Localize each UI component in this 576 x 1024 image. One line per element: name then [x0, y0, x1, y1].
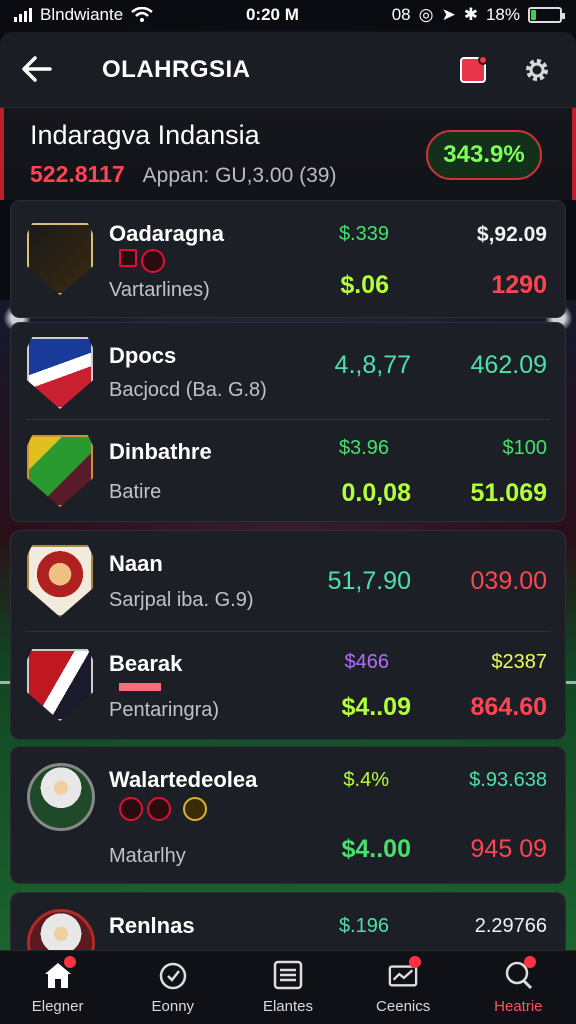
team-crest-icon [27, 337, 93, 409]
nav-item-search[interactable]: Heatrie [468, 956, 568, 1015]
settings-button[interactable] [520, 53, 554, 87]
alarm-icon: ◎ [418, 5, 434, 24]
nav-label: Ceenics [376, 998, 431, 1015]
notifications-button[interactable] [456, 53, 490, 87]
team-name: Dinbathre [109, 439, 212, 464]
back-button[interactable] [22, 52, 66, 88]
team-subtitle: Pentaringra) [109, 699, 220, 721]
timer-icon [158, 960, 188, 990]
badge-icon [141, 249, 165, 273]
player-avatar-icon [27, 763, 95, 831]
team-value: 0.0,08 [341, 479, 411, 507]
nav-label: Heatrie [494, 998, 543, 1015]
flag-icon [119, 249, 137, 267]
bottom-navigation: Elegner Eonny Elantes Ceenics Heatrie [0, 950, 576, 1024]
team-color-bar [119, 683, 161, 691]
badge-icon [147, 797, 171, 821]
signal-icon [14, 8, 32, 22]
bluetooth-icon: ✱ [463, 5, 478, 24]
battery-icon [527, 7, 565, 23]
badge-icon [183, 797, 207, 821]
team-card[interactable]: Walartedeolea Matarlhy $.4% $.93.638 $4.… [10, 746, 566, 884]
team-value: 2.29766 [474, 915, 547, 937]
nav-label: Elantes [262, 998, 313, 1015]
team-card[interactable]: Dpocs Bacjocd (Ba. G.8) 4.,8,77 462.09 D… [10, 322, 566, 522]
team-value: 4.,8,77 [334, 351, 411, 379]
team-row[interactable]: Bearak Pentaringra) $466 $2387 $4..09 86… [11, 633, 565, 739]
team-value: $.06 [340, 271, 389, 299]
nav-item-chart[interactable]: Ceenics [353, 956, 453, 1015]
team-value: 039.00 [470, 567, 547, 595]
team-card[interactable]: Naan Sarjpal iba. G.9) 51,7.90 039.00 Be… [10, 530, 566, 740]
team-value: 51.069 [470, 479, 547, 507]
back-arrow-icon [22, 55, 52, 82]
nav-item-home[interactable]: Elegner [8, 956, 108, 1015]
wifi-icon [131, 7, 153, 22]
team-subtitle: Bacjocd (Ba. G.8) [109, 379, 267, 401]
team-name: Walartedeolea [109, 767, 258, 792]
summary-percentage-pill[interactable]: 343.9% [426, 130, 542, 180]
team-name: Oadaragna [109, 221, 224, 246]
nav-label: Eonny [151, 998, 195, 1015]
status-time: 0:20 M [245, 5, 299, 24]
notification-dot [63, 956, 76, 968]
team-crest-icon [27, 223, 93, 295]
team-badges [119, 797, 207, 821]
team-crest-icon [27, 545, 93, 617]
team-subtitle: Batire [109, 481, 162, 503]
team-value: 462.09 [470, 351, 547, 379]
team-value: $2387 [491, 651, 547, 673]
status-extra: 08 [391, 5, 411, 24]
divider [25, 631, 551, 632]
team-value: $100 [502, 437, 548, 459]
team-value: $3.96 [338, 437, 389, 459]
team-value: 864.60 [470, 693, 547, 721]
team-row[interactable]: Dinbathre Batire $3.96 $100 0.0,08 51.06… [11, 421, 565, 521]
battery-percent: 18% [485, 5, 520, 24]
notification-dot [409, 956, 422, 968]
team-value: $,92.09 [476, 223, 547, 246]
team-crest-icon [27, 649, 93, 721]
team-name: Naan [109, 551, 163, 576]
team-value: $466 [344, 651, 390, 673]
team-row[interactable]: Naan Sarjpal iba. G.9) 51,7.90 039.00 [11, 531, 565, 631]
badge-icon [119, 797, 143, 821]
team-subtitle: Vartarlines) [109, 279, 210, 301]
location-icon: ➤ [441, 5, 456, 24]
summary-panel: Indaragva Indansia 522.8117 Appan: GU,3.… [0, 108, 576, 200]
team-subtitle: Sarjpal iba. G.9) [109, 589, 254, 611]
team-value: $.4% [343, 769, 389, 791]
team-card[interactable]: Oadaragna Vartarlines) $.339 $,92.09 $.0… [10, 200, 566, 318]
divider [25, 419, 551, 420]
team-name: Bearak [109, 651, 183, 676]
summary-total: 522.8117 [30, 161, 125, 187]
nav-item-list[interactable]: Elantes [238, 960, 338, 1015]
team-badges [119, 249, 165, 273]
page-title: OLAHRGSIA [102, 55, 251, 83]
team-value: $.339 [338, 223, 389, 245]
nav-label: Elegner [31, 998, 84, 1015]
notification-dot [478, 54, 488, 65]
summary-detail: Appan: GU,3.00 (39) [142, 164, 337, 187]
team-value: 1290 [491, 271, 547, 299]
team-value: $.196 [338, 915, 389, 937]
app-header: OLAHRGSIA [0, 32, 576, 108]
team-subtitle: Matarlhy [109, 845, 186, 867]
team-value: $4..09 [341, 693, 411, 721]
list-icon [273, 960, 303, 990]
team-name: Dpocs [109, 343, 177, 368]
notification-dot [524, 956, 537, 968]
team-row[interactable]: Dpocs Bacjocd (Ba. G.8) 4.,8,77 462.09 [11, 323, 565, 419]
team-name: Renlnas [109, 913, 195, 938]
team-value: 945 09 [470, 835, 547, 863]
nav-item-timer[interactable]: Eonny [123, 960, 223, 1015]
team-crest-icon [27, 435, 93, 507]
team-value: $.93.638 [469, 769, 547, 791]
team-value: $4..00 [341, 835, 411, 863]
status-bar: Blndwiante 0:20 M 08 ◎ ➤ ✱ 18% [0, 0, 576, 30]
gear-icon [526, 58, 548, 81]
team-value: 51,7.90 [327, 567, 411, 595]
carrier-name: Blndwiante [40, 5, 124, 24]
